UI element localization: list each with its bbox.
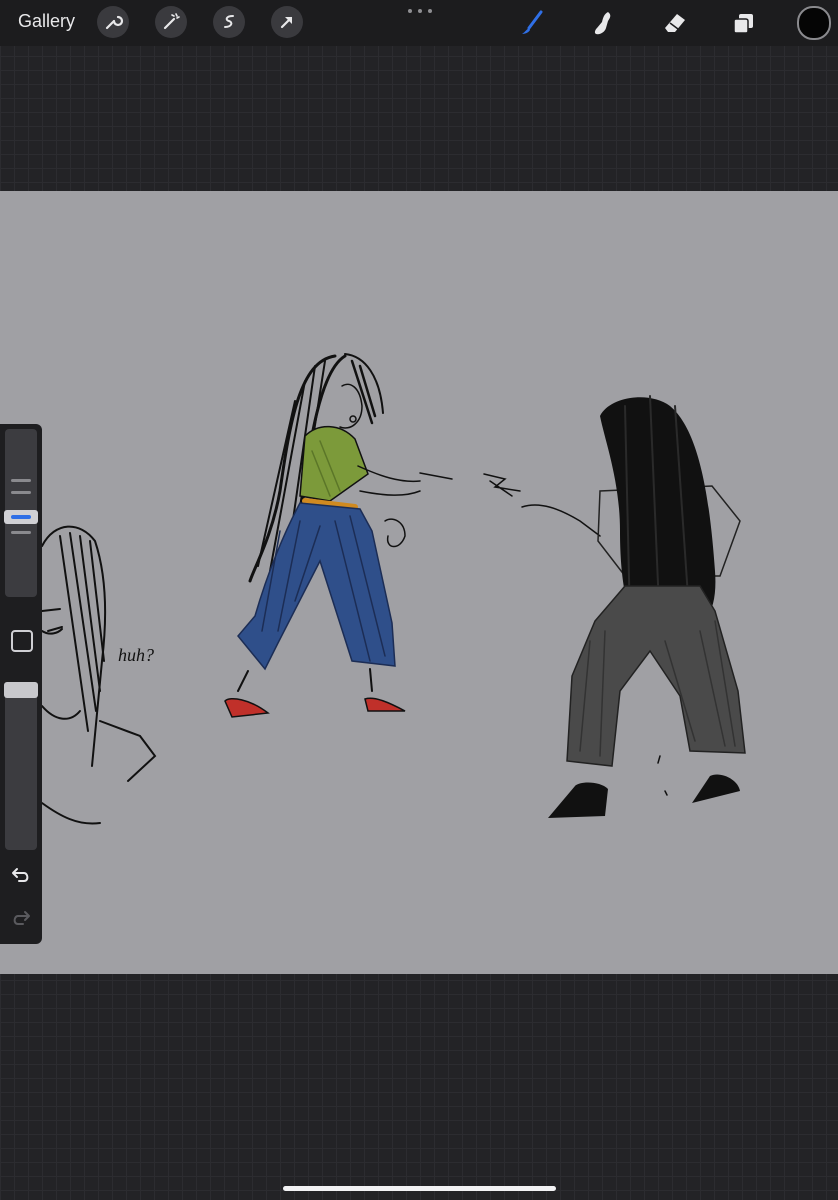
drawing-canvas[interactable]: huh? bbox=[0, 191, 838, 974]
layers-icon[interactable] bbox=[727, 6, 761, 40]
huh-text: huh? bbox=[118, 645, 154, 665]
brush-size-tick bbox=[11, 491, 31, 494]
eraser-icon[interactable] bbox=[657, 6, 691, 40]
brush-size-tick bbox=[11, 479, 31, 482]
sketch-figure-right bbox=[483, 395, 746, 818]
transform-arrow-icon[interactable] bbox=[271, 6, 303, 38]
brush-size-handle[interactable] bbox=[4, 510, 38, 524]
gallery-button[interactable]: Gallery bbox=[18, 11, 75, 32]
opacity-handle[interactable] bbox=[4, 682, 38, 698]
redo-icon[interactable] bbox=[10, 909, 32, 927]
undo-icon[interactable] bbox=[10, 866, 32, 884]
sketch-figure-left bbox=[224, 353, 453, 718]
more-options-icon[interactable] bbox=[405, 4, 435, 16]
wrench-icon[interactable] bbox=[97, 6, 129, 38]
opacity-slider[interactable] bbox=[5, 682, 37, 850]
sketch-face bbox=[41, 525, 157, 825]
selection-icon[interactable] bbox=[213, 6, 245, 38]
brush-size-tick bbox=[11, 531, 31, 534]
home-indicator[interactable] bbox=[283, 1186, 556, 1191]
modify-button[interactable] bbox=[11, 630, 33, 652]
brush-sidebar bbox=[0, 424, 42, 944]
magic-wand-icon[interactable] bbox=[155, 6, 187, 38]
brush-icon[interactable] bbox=[517, 6, 551, 40]
color-picker-button[interactable] bbox=[797, 6, 831, 40]
smudge-icon[interactable] bbox=[586, 6, 620, 40]
top-toolbar: Gallery bbox=[0, 0, 838, 46]
